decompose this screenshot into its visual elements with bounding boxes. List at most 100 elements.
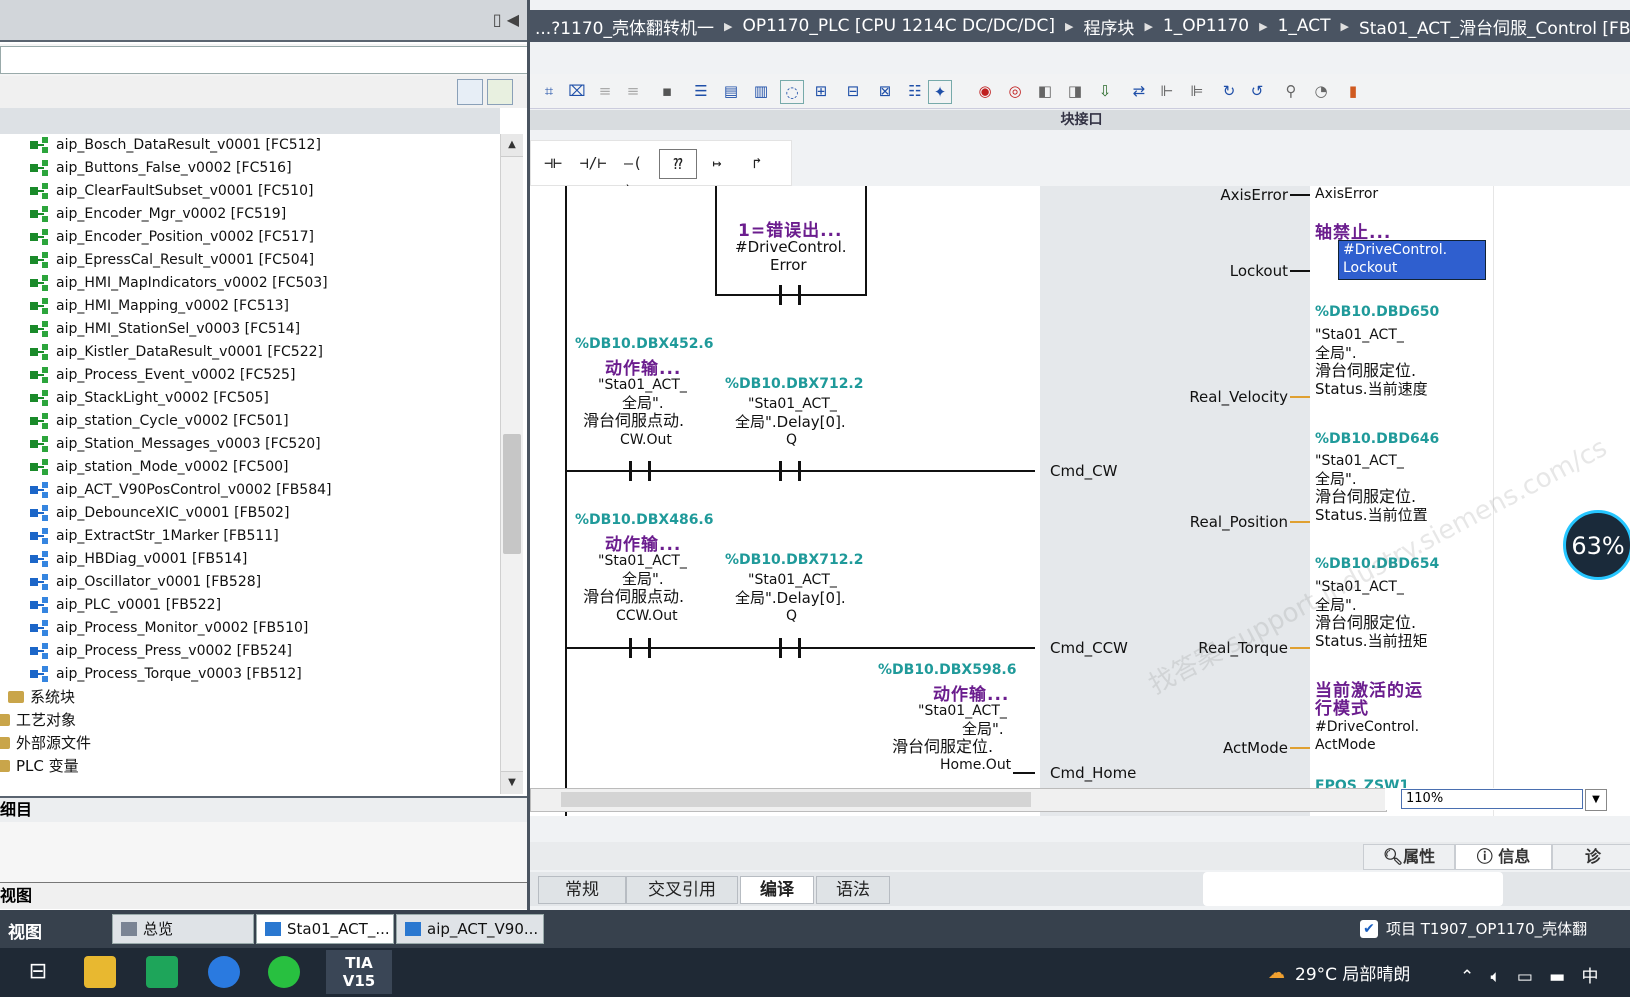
chevron-up-icon[interactable]: ⌃ [1460, 967, 1474, 987]
step-icon[interactable]: ◧ [1034, 80, 1056, 102]
ime-toolbar[interactable] [1203, 872, 1503, 906]
go-online-icon[interactable]: ↻ [1218, 80, 1240, 102]
monitor-icon[interactable]: ⚲ [1280, 80, 1302, 102]
step-over-icon[interactable]: ◨ [1064, 80, 1086, 102]
breadcrumb-item-subgroup[interactable]: 1_ACT [1278, 16, 1331, 36]
tree-item[interactable]: aip_PLC_v0001 [FB522] [30, 594, 221, 616]
details-view-header[interactable]: 细目 [0, 796, 527, 822]
contact-cw-out[interactable] [629, 461, 651, 481]
scroll-up-button[interactable]: ▲ [501, 134, 523, 157]
tree-item[interactable]: aip_EpressCal_Result_v0001 [FC504] [30, 249, 314, 271]
tree-item[interactable]: aip_Encoder_Mgr_v0002 [FC519] [30, 203, 286, 225]
output-operand-selected[interactable]: #DriveControl. Lockout [1338, 240, 1486, 280]
breadcrumb-item-plc[interactable]: OP1170_PLC [CPU 1214C DC/DC/DC] [742, 16, 1055, 36]
tree-item[interactable]: aip_ACT_V90PosControl_v0002 [FB584] [30, 479, 331, 501]
output-operand[interactable]: #DriveControl. [1315, 718, 1419, 736]
scroll-thumb[interactable] [503, 434, 521, 554]
tree-search-input[interactable] [0, 46, 542, 74]
goto-network-icon[interactable]: ⊠ [874, 80, 896, 102]
favorites-icon[interactable]: ▤ [720, 80, 742, 102]
delete-network-icon[interactable]: ⌧ [566, 80, 588, 102]
output-operand[interactable]: "Sta01_ACT_ [1315, 326, 1404, 344]
table-view-icon[interactable] [457, 79, 483, 105]
breadcrumb-item-group[interactable]: 1_OP1170 [1163, 16, 1249, 36]
tab-properties[interactable]: 🔍︎属性 [1363, 844, 1455, 870]
contact-delay-q[interactable] [779, 461, 801, 481]
pin-cmd-cw[interactable]: Cmd_CW [1050, 462, 1117, 480]
tree-item[interactable]: aip_Bosch_DataResult_v0001 [FC512] [30, 134, 321, 156]
align-icon[interactable]: ⊩ [1156, 80, 1178, 102]
output-coil-icon[interactable]: –( )– [615, 149, 651, 200]
go-offline-icon[interactable]: ↺ [1246, 80, 1268, 102]
tia-portal-app[interactable]: TIA V15 [326, 950, 392, 994]
collapse-pane-icon[interactable]: ▯ ◀ [493, 10, 519, 29]
tree-item[interactable]: aip_Oscillator_v0001 [FB528] [30, 571, 261, 593]
indent-icon[interactable]: ⊫ [1186, 80, 1208, 102]
k-app-icon[interactable] [208, 956, 240, 988]
task-view-icon[interactable]: ⊟ [22, 956, 54, 988]
portal-tab-sta01[interactable]: Sta01_ACT_... [256, 914, 394, 944]
add-row-icon[interactable]: ≡ [622, 80, 644, 102]
wechat-icon[interactable] [268, 956, 300, 988]
tab-compile[interactable]: 编译 [740, 876, 814, 904]
wps-icon[interactable] [146, 956, 178, 988]
tree-item[interactable]: aip_HMI_StationSel_v0003 [FC514] [30, 318, 300, 340]
tree-item[interactable]: aip_ClearFaultSubset_v0001 [FC510] [30, 180, 313, 202]
tree-folder[interactable]: PLC 变量 [0, 755, 79, 776]
breakpoint-icon[interactable]: ◉ [974, 80, 996, 102]
tree-item[interactable]: aip_ExtractStr_1Marker [FB511] [30, 525, 279, 547]
tab-syntax[interactable]: 语法 [816, 876, 890, 904]
breadcrumb-item-project[interactable]: ...?1170_壳体翻转机一 [535, 14, 714, 39]
tree-item[interactable]: aip_Process_Monitor_v0002 [FB510] [30, 617, 308, 639]
pin-cmd-ccw[interactable]: Cmd_CCW [1050, 639, 1128, 657]
comment-icon[interactable]: ▪ [656, 80, 678, 102]
normally-open-contact-icon[interactable]: ⊣⊢ [535, 149, 571, 177]
breadcrumb-item-blocks[interactable]: 程序块 [1083, 14, 1134, 39]
tree-item[interactable]: aip_DebounceXIC_v0001 [FB502] [30, 502, 289, 524]
close-all-networks-icon[interactable]: ⊟ [842, 80, 864, 102]
close-branch-icon[interactable]: ↱ [739, 149, 775, 177]
tree-item[interactable]: aip_Station_Messages_v0003 [FC520] [30, 433, 321, 455]
tree-item[interactable]: aip_station_Cycle_v0002 [FC501] [30, 410, 289, 432]
portal-tab-overview[interactable]: 总览 [112, 914, 254, 944]
open-branch-icon[interactable]: ↦ [699, 149, 735, 177]
tag-info-icon[interactable]: ▥ [750, 80, 772, 102]
file-explorer-icon[interactable] [84, 956, 116, 988]
absolute-operand-icon[interactable]: ☰ [690, 80, 712, 102]
editor-horizontal-scrollbar[interactable] [530, 788, 1387, 812]
insert-network-icon[interactable]: ⌗ [538, 80, 560, 102]
network-comment-icon[interactable]: ◌ [780, 80, 804, 104]
contact-ccw-out[interactable] [629, 638, 651, 658]
pin-axiserror[interactable]: AxisError [1220, 186, 1288, 204]
pin-actmode[interactable]: ActMode [1223, 739, 1288, 757]
block-interface-bar[interactable]: 块接口 [530, 110, 1630, 130]
refresh-tree-icon[interactable] [487, 79, 513, 105]
scroll-down-button[interactable]: ▼ [501, 771, 523, 794]
glasses-icon[interactable]: ◔ [1310, 80, 1332, 102]
contact-delay-q[interactable] [779, 638, 801, 658]
performance-gauge[interactable]: 63% [1563, 510, 1630, 580]
tree-folder[interactable]: 工艺对象 [0, 709, 76, 730]
tree-item[interactable]: aip_HMI_MapIndicators_v0002 [FC503] [30, 272, 328, 294]
details-tab-header[interactable]: 视图 [0, 882, 527, 909]
pin-cmd-home[interactable]: Cmd_Home [1050, 764, 1136, 782]
tree-item[interactable]: aip_Process_Event_v0002 [FC525] [30, 364, 295, 386]
scroll-thumb[interactable] [561, 792, 1031, 807]
bookmark-icon[interactable]: ✦ [928, 80, 952, 104]
tree-item[interactable]: aip_Kistler_DataResult_v0001 [FC522] [30, 341, 323, 363]
chevron-down-icon[interactable]: ▼ [1585, 789, 1607, 811]
network-icon[interactable]: ▭ [1517, 967, 1533, 987]
clear-breakpoint-icon[interactable]: ◎ [1004, 80, 1026, 102]
portal-tab-aip-act[interactable]: aip_ACT_V90... [396, 914, 544, 944]
insert-row-icon[interactable]: ≡ [594, 80, 616, 102]
tree-item[interactable]: aip_Process_Press_v0002 [FB524] [30, 640, 292, 662]
empty-box-icon[interactable]: ⁇ [659, 149, 697, 179]
tree-vertical-scrollbar[interactable]: ▲ ▼ [500, 134, 523, 794]
tree-item[interactable]: aip_Buttons_False_v0002 [FC516] [30, 157, 292, 179]
pin-real-position[interactable]: Real_Position [1190, 513, 1288, 531]
output-operand[interactable]: AxisError [1315, 186, 1378, 203]
download-icon[interactable]: ⇩ [1094, 80, 1116, 102]
tree-item[interactable]: aip_Encoder_Position_v0002 [FC517] [30, 226, 314, 248]
portal-view-button[interactable]: 视图 [8, 918, 42, 943]
tab-general[interactable]: 常规 [538, 876, 626, 904]
